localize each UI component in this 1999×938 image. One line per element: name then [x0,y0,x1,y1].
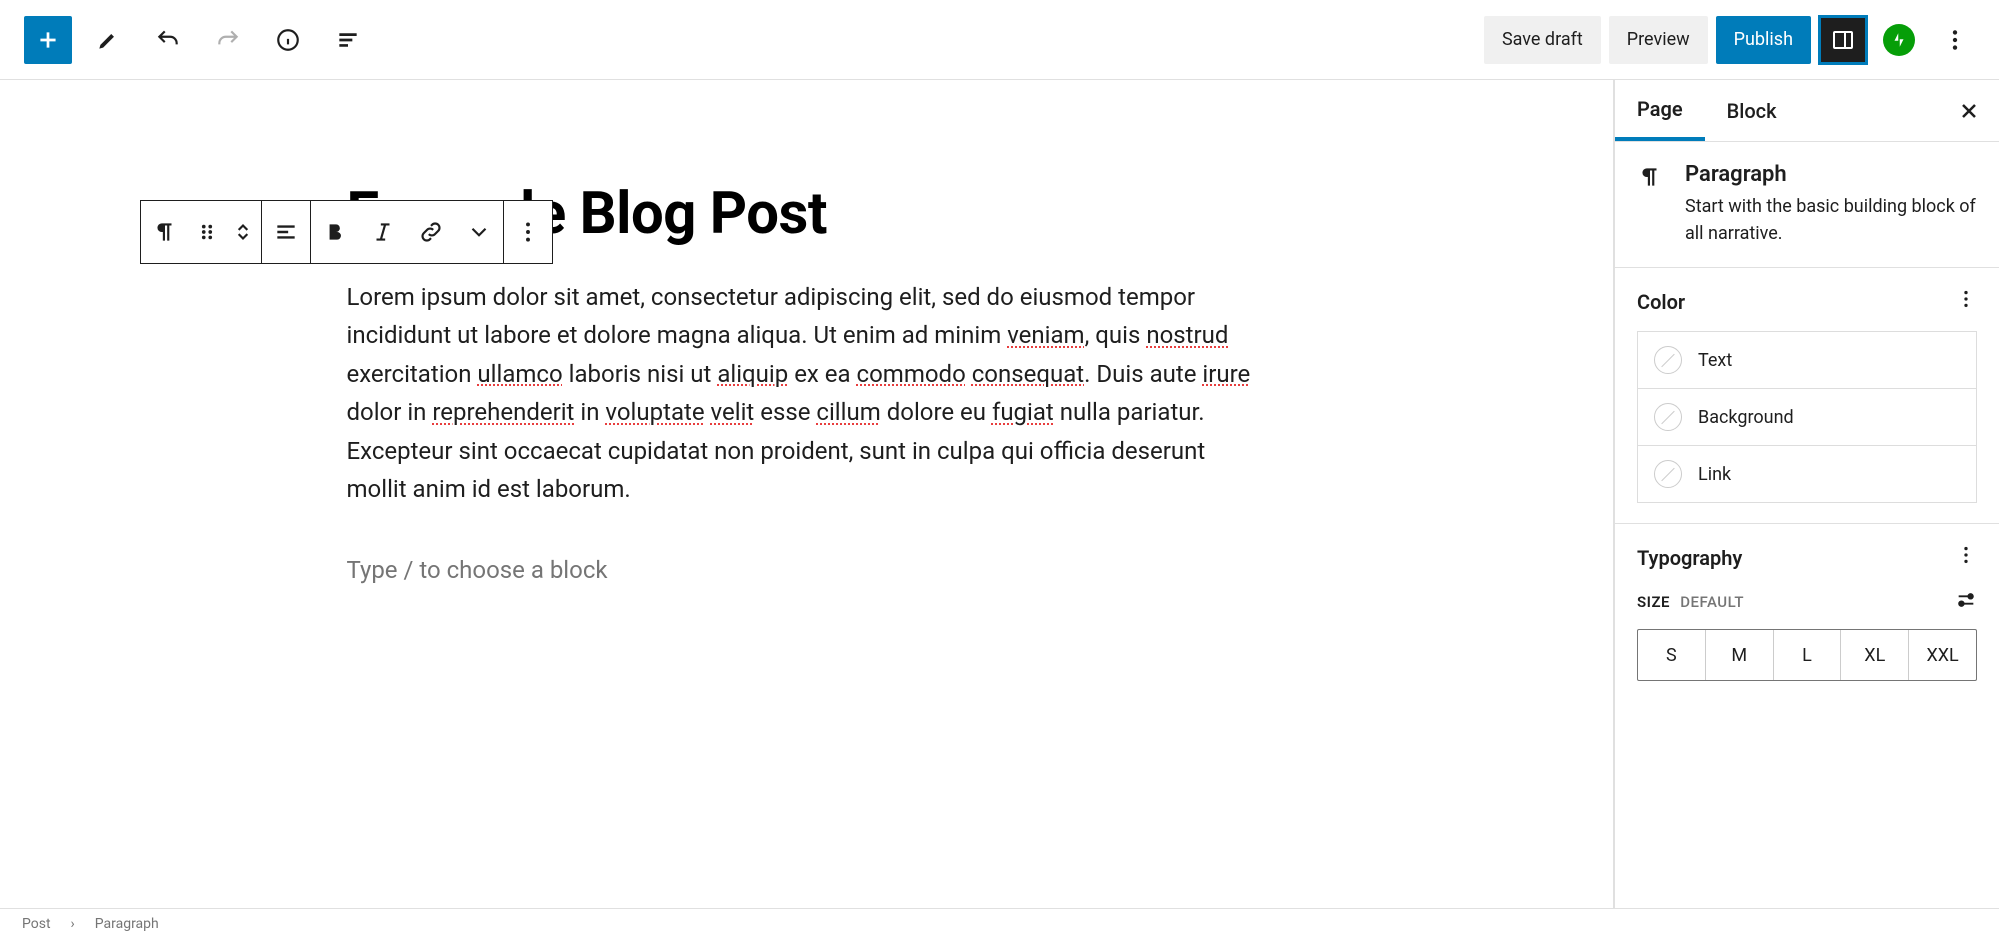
settings-sidebar-toggle[interactable] [1819,16,1867,64]
undo-button[interactable] [144,16,192,64]
paragraph-icon [1637,162,1665,247]
block-type-button[interactable] [141,201,189,263]
close-sidebar-button[interactable] [1949,91,1989,131]
color-row-label: Text [1698,350,1732,371]
italic-button[interactable] [359,201,407,263]
editor-canvas[interactable]: Example Blog Post Lorem ipsum dolor sit … [0,80,1614,908]
size-button-xl[interactable]: XL [1841,630,1909,680]
size-button-s[interactable]: S [1638,630,1706,680]
settings-sidebar: Page Block Paragraph Start with the basi… [1614,80,1999,908]
block-inserter-placeholder[interactable]: Type / to choose a block [347,556,1267,584]
save-draft-button[interactable]: Save draft [1484,16,1601,64]
paragraph-block[interactable]: Lorem ipsum dolor sit amet, consectetur … [347,278,1267,508]
color-row-label: Background [1698,407,1794,428]
block-description: Start with the basic building block of a… [1685,193,1977,247]
chevron-right-icon: › [71,916,75,932]
list-view-button[interactable] [324,16,372,64]
size-label: SIZE [1637,593,1670,611]
color-swatch [1654,403,1682,431]
bold-button[interactable] [311,201,359,263]
color-panel-title: Color [1637,290,1685,314]
color-row-background[interactable]: Background [1638,389,1976,446]
publish-button[interactable]: Publish [1716,16,1811,64]
size-default-label: DEFAULT [1680,593,1744,611]
typography-panel-menu[interactable] [1955,544,1977,571]
color-swatch [1654,346,1682,374]
redo-button[interactable] [204,16,252,64]
size-custom-toggle[interactable] [1955,589,1977,615]
move-up-down-button[interactable] [225,201,261,263]
color-row-label: Link [1698,464,1731,485]
block-name: Paragraph [1685,162,1977,187]
breadcrumb: Post › Paragraph [0,908,1999,938]
block-toolbar [140,200,553,264]
size-button-xxl[interactable]: XXL [1909,630,1976,680]
color-panel-menu[interactable] [1955,288,1977,315]
color-row-link[interactable]: Link [1638,446,1976,502]
size-button-l[interactable]: L [1774,630,1842,680]
link-button[interactable] [407,201,455,263]
block-options-button[interactable] [504,201,552,263]
preview-button[interactable]: Preview [1609,16,1708,64]
breadcrumb-post[interactable]: Post [22,916,51,932]
align-button[interactable] [262,201,310,263]
breadcrumb-paragraph[interactable]: Paragraph [95,916,159,932]
more-options-button[interactable] [1931,16,1979,64]
tab-block[interactable]: Block [1705,80,1799,141]
more-formatting-button[interactable] [455,201,503,263]
tab-page[interactable]: Page [1615,80,1705,141]
details-button[interactable] [264,16,312,64]
top-toolbar: Save draft Preview Publish [0,0,1999,80]
typography-panel-title: Typography [1637,546,1742,570]
size-button-m[interactable]: M [1706,630,1774,680]
color-row-text[interactable]: Text [1638,332,1976,389]
jetpack-icon[interactable] [1883,24,1915,56]
add-block-button[interactable] [24,16,72,64]
edit-tool-button[interactable] [84,16,132,64]
drag-handle[interactable] [189,201,225,263]
color-swatch [1654,460,1682,488]
